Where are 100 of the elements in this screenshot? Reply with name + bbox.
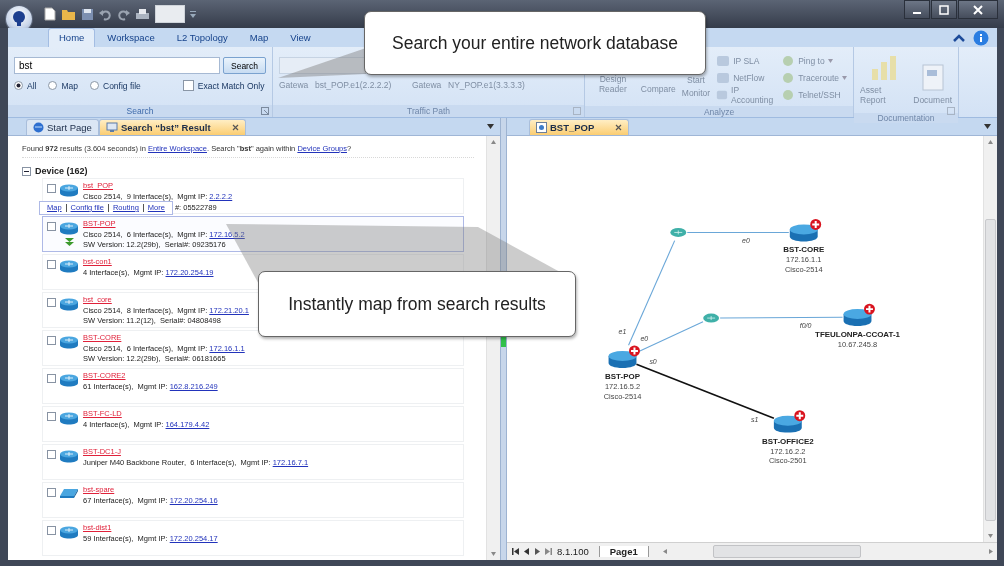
group-label: Traffic Path	[407, 106, 450, 116]
checkbox[interactable]	[47, 374, 56, 383]
checkbox[interactable]	[182, 80, 194, 91]
radio-button[interactable]	[14, 81, 23, 90]
scroll-left-icon[interactable]	[662, 549, 667, 554]
radio-button[interactable]	[48, 81, 58, 90]
node-name: BST-OFFICE2	[761, 436, 814, 446]
node-name: BST-CORE	[783, 245, 825, 255]
maximize-icon	[939, 4, 949, 15]
field-value: NY_POP.e1(3.3.3.3)	[448, 80, 526, 90]
new-file-icon[interactable]	[44, 7, 56, 21]
scroll-down-icon[interactable]	[988, 534, 993, 538]
vertical-scrollbar[interactable]	[983, 136, 997, 542]
router-icon	[59, 298, 79, 311]
scroll-up-icon[interactable]	[988, 140, 993, 144]
callout-tooltip: Search your entire network database	[364, 11, 706, 75]
router-icon	[59, 450, 79, 463]
map-icon	[536, 122, 547, 133]
collapse-icon[interactable]	[22, 166, 31, 176]
router-icon[interactable]	[843, 303, 875, 327]
router-icon[interactable]	[773, 410, 806, 433]
group-label: Documentation	[877, 113, 935, 123]
open-folder-icon[interactable]	[61, 7, 76, 21]
radio-label: Config file	[103, 80, 141, 91]
undo-icon[interactable]	[99, 7, 112, 21]
radio-button[interactable]	[90, 81, 99, 90]
router-icon	[59, 260, 79, 273]
checkbox-label: Exact Match Only	[197, 80, 265, 91]
checkbox[interactable]	[47, 184, 56, 193]
tool-icon	[781, 54, 796, 67]
expand-down-icon[interactable]	[64, 238, 74, 247]
tool-icon	[716, 54, 731, 67]
logo-icon	[11, 10, 27, 28]
caret-icon	[842, 75, 847, 80]
router-icon	[59, 336, 79, 349]
checkbox[interactable]	[47, 222, 56, 231]
document-tab[interactable]: Search “bst” Result	[98, 119, 246, 135]
ribbon-tab[interactable]: L2 Topology	[166, 29, 238, 47]
close-icon	[973, 4, 983, 15]
field-label: Gatewa	[279, 80, 310, 90]
checkbox[interactable]	[47, 298, 56, 307]
customize-caret-icon[interactable]	[190, 10, 196, 18]
first-page-icon[interactable]	[511, 547, 520, 556]
collapse-ribbon-icon[interactable]	[953, 33, 965, 42]
checkbox[interactable]	[47, 412, 56, 421]
tool-icon	[781, 71, 796, 84]
router-icon[interactable]	[608, 345, 640, 368]
field-value: bst_POP.e1(2.2.2.2)	[315, 80, 393, 90]
next-page-icon[interactable]	[533, 547, 542, 556]
checkbox[interactable]	[47, 260, 56, 269]
node-name: BST-POP	[605, 371, 640, 381]
group-label: Analyze	[703, 106, 735, 117]
checkbox[interactable]	[47, 450, 56, 459]
sheet-tab[interactable]: Page1	[598, 546, 649, 557]
ribbon-tab[interactable]: Workspace	[97, 29, 165, 47]
minimize-button[interactable]	[904, 0, 930, 19]
hub-icon[interactable]	[703, 313, 720, 323]
checkbox[interactable]	[47, 526, 56, 535]
tab-list-caret-icon[interactable]	[984, 124, 991, 129]
ribbon-tab[interactable]: View	[280, 29, 321, 47]
scroll-up-icon[interactable]	[491, 140, 496, 144]
document-tab[interactable]: Start Page	[26, 119, 99, 135]
checkbox[interactable]	[47, 488, 56, 497]
document-tab[interactable]: BST_POP	[529, 119, 630, 135]
router-icon	[59, 526, 79, 539]
tool-icon	[716, 88, 729, 101]
close-icon[interactable]	[615, 124, 623, 131]
router-icon[interactable]	[789, 219, 822, 242]
dialog-launcher-icon[interactable]	[261, 107, 269, 115]
router-icon	[59, 374, 79, 387]
search-button[interactable]: Search	[223, 57, 266, 74]
tab-list-caret-icon[interactable]	[487, 124, 494, 129]
hub-icon[interactable]	[670, 227, 687, 237]
close-icon[interactable]	[231, 124, 239, 131]
switch-icon	[59, 488, 79, 499]
save-icon[interactable]	[81, 7, 94, 21]
scroll-right-icon[interactable]	[989, 549, 993, 554]
radio-label: Map	[61, 80, 78, 91]
dialog-launcher-icon[interactable]	[947, 107, 955, 115]
monitor-icon	[105, 122, 118, 133]
router-icon	[59, 412, 79, 425]
globe-icon	[33, 122, 44, 133]
previous-page-icon[interactable]	[522, 547, 531, 556]
search-field[interactable]: bst	[14, 57, 220, 74]
router-icon	[59, 222, 79, 235]
router-icon	[59, 184, 79, 197]
group-label: Search	[126, 106, 154, 116]
maximize-button[interactable]	[931, 0, 957, 19]
group-heading: Device (162)	[35, 166, 88, 176]
sheet-tab[interactable]: 8.1.100	[555, 546, 597, 557]
checkbox[interactable]	[47, 336, 56, 345]
redo-icon[interactable]	[117, 7, 130, 21]
ribbon-tab[interactable]: Map	[239, 29, 279, 47]
close-button[interactable]	[958, 0, 998, 19]
last-page-icon[interactable]	[544, 547, 553, 556]
ribbon-tab[interactable]: Home	[48, 28, 96, 47]
minimize-icon	[913, 11, 921, 14]
printer-icon[interactable]	[135, 7, 150, 21]
info-icon[interactable]	[973, 29, 989, 46]
scroll-down-icon[interactable]	[491, 552, 496, 556]
